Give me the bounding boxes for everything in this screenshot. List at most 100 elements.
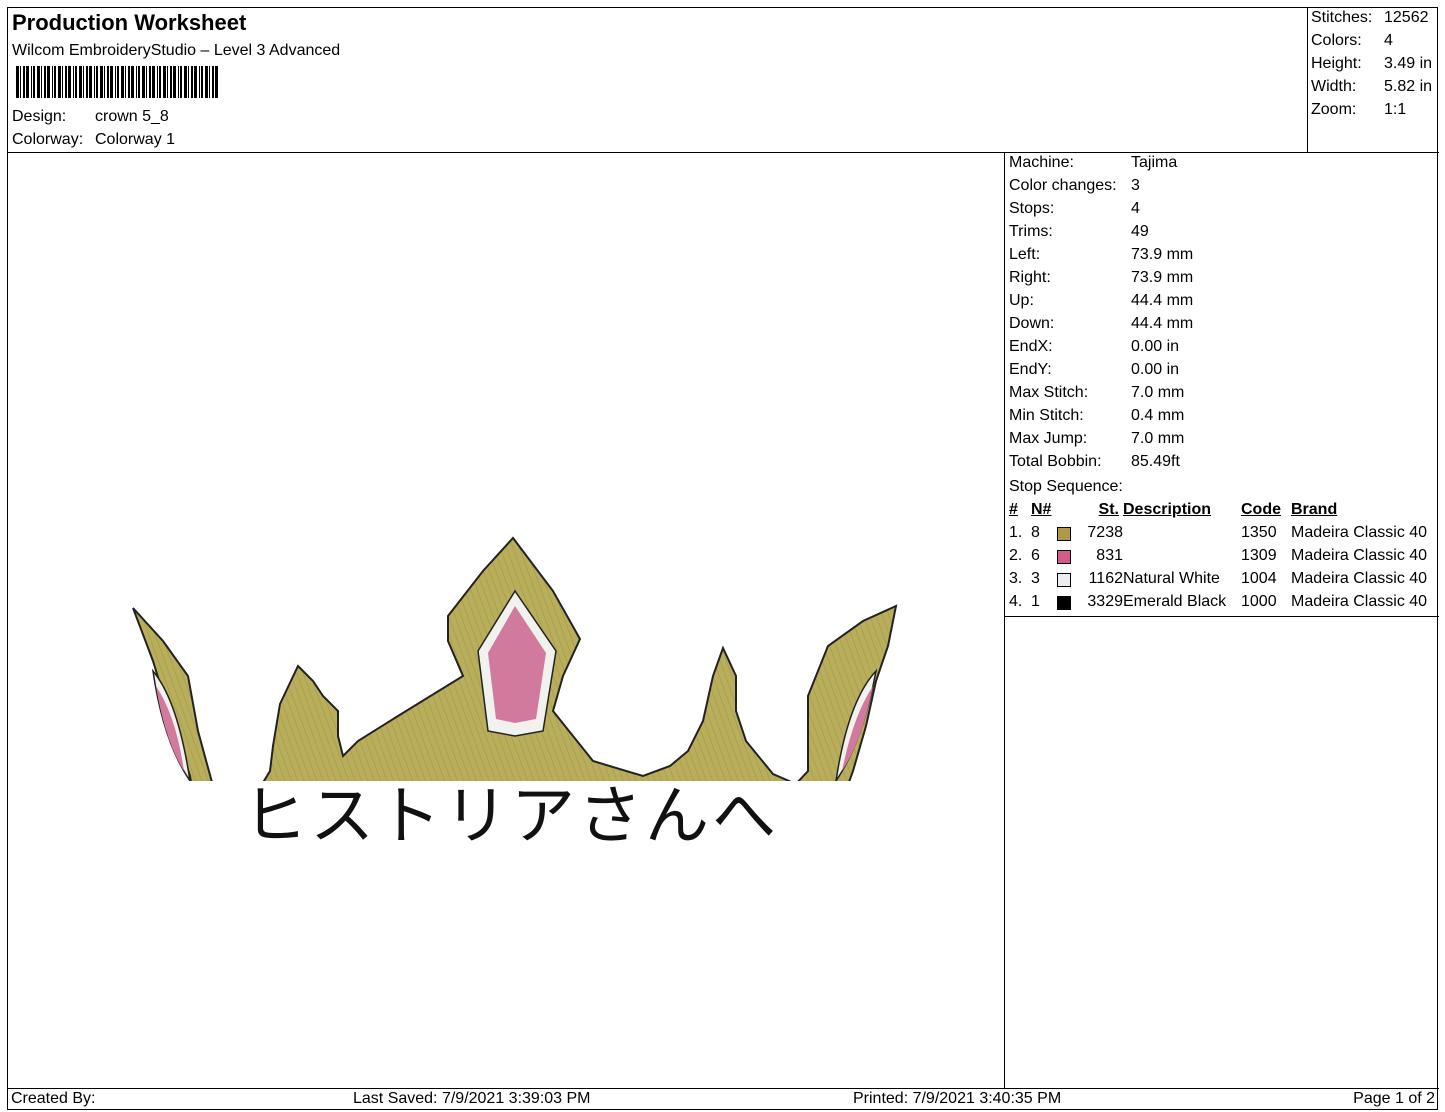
barcode xyxy=(16,66,218,98)
color-swatch xyxy=(1057,550,1071,564)
row-stitches: 7238 xyxy=(1087,524,1123,541)
info-value: 3 xyxy=(1131,177,1140,194)
stat-label: Height: xyxy=(1311,55,1362,72)
row-needle: 1 xyxy=(1031,593,1040,610)
table-row: 3. 3 1162 Natural White 1004 Madeira Cla… xyxy=(1005,570,1439,593)
info-label: Machine: xyxy=(1009,154,1074,171)
col-stitches: St. xyxy=(1098,501,1119,518)
info-value: 85.49ft xyxy=(1131,453,1180,470)
info-value: Tajima xyxy=(1131,154,1178,171)
info-label: Total Bobbin: xyxy=(1009,453,1102,470)
stat-zoom: Zoom: 1:1 xyxy=(1311,101,1406,119)
embroidered-text: ヒストリアさんへ xyxy=(243,780,779,854)
row-brand: Madeira Classic 40 xyxy=(1291,593,1428,610)
color-swatch xyxy=(1057,573,1071,587)
table-header: # N# St. Description Code Brand xyxy=(1005,501,1439,524)
row-description: Emerald Black xyxy=(1123,593,1227,610)
info-value: 4 xyxy=(1131,200,1140,217)
color-swatch xyxy=(1057,596,1071,610)
software-name: Wilcom EmbroideryStudio – Level 3 Advanc… xyxy=(12,42,341,59)
row-needle: 6 xyxy=(1031,547,1040,564)
info-endy: EndY: 0.00 in xyxy=(1009,361,1179,379)
info-value: 73.9 mm xyxy=(1131,246,1194,263)
info-label: Color changes: xyxy=(1009,177,1117,194)
printed-date: Printed: 7/9/2021 3:40:35 PM xyxy=(853,1090,1062,1107)
info-label: Trims: xyxy=(1009,223,1053,240)
info-label: Max Jump: xyxy=(1009,430,1088,447)
stop-sequence-title: Stop Sequence: xyxy=(1009,478,1123,495)
info-trims: Trims: 49 xyxy=(1009,223,1149,241)
stat-value: 5.82 in xyxy=(1384,78,1433,95)
stat-value: 12562 xyxy=(1384,9,1429,26)
stat-value: 1:1 xyxy=(1384,101,1407,118)
row-needle: 8 xyxy=(1031,524,1040,541)
page-title: Production Worksheet xyxy=(12,10,247,35)
stat-value: 3.49 in xyxy=(1384,55,1433,72)
crown-embroidery-image xyxy=(132,536,898,781)
info-up: Up: 44.4 mm xyxy=(1009,292,1193,310)
stat-label: Zoom: xyxy=(1311,101,1357,118)
stat-stitches: Stitches: 12562 xyxy=(1311,9,1429,27)
table-row: 4. 1 3329 Emerald Black 1000 Madeira Cla… xyxy=(1005,593,1439,616)
design-label: Design: xyxy=(12,108,67,125)
info-value: 7.0 mm xyxy=(1131,384,1185,401)
info-right: Right: 73.9 mm xyxy=(1009,269,1193,287)
info-min-stitch: Min Stitch: 0.4 mm xyxy=(1009,407,1184,425)
row-stitches: 3329 xyxy=(1087,593,1123,610)
col-description: Description xyxy=(1123,501,1212,518)
stat-label: Stitches: xyxy=(1311,9,1373,26)
row-brand: Madeira Classic 40 xyxy=(1291,547,1428,564)
col-needle: N# xyxy=(1031,501,1052,518)
info-label: Min Stitch: xyxy=(1009,407,1084,424)
info-stops: Stops: 4 xyxy=(1009,200,1140,218)
stat-width: Width: 5.82 in xyxy=(1311,78,1432,96)
info-value: 44.4 mm xyxy=(1131,315,1194,332)
design-value: crown 5_8 xyxy=(95,108,169,125)
colorway-label: Colorway: xyxy=(12,131,84,148)
info-value: 0.4 mm xyxy=(1131,407,1185,424)
row-code: 1004 xyxy=(1241,570,1277,587)
info-value: 7.0 mm xyxy=(1131,430,1185,447)
info-color-changes: Color changes: 3 xyxy=(1009,177,1140,195)
row-code: 1309 xyxy=(1241,547,1277,564)
stat-label: Colors: xyxy=(1311,32,1362,49)
col-brand: Brand xyxy=(1291,501,1338,518)
info-machine: Machine: Tajima xyxy=(1009,154,1177,172)
design-preview: ヒストリアさんへ xyxy=(8,153,1005,1088)
last-saved: Last Saved: 7/9/2021 3:39:03 PM xyxy=(353,1090,591,1107)
row-num: 4. xyxy=(1009,593,1023,610)
row-stitches: 1162 xyxy=(1088,570,1123,587)
info-value: 73.9 mm xyxy=(1131,269,1194,286)
row-num: 1. xyxy=(1009,524,1023,541)
info-left: Left: 73.9 mm xyxy=(1009,246,1193,264)
worksheet-footer: Created By: Last Saved: 7/9/2021 3:39:03… xyxy=(8,1088,1439,1111)
worksheet-frame: Production Worksheet Wilcom EmbroiderySt… xyxy=(7,7,1439,1111)
info-label: EndY: xyxy=(1009,361,1052,378)
design-row: Design: crown 5_8 xyxy=(12,108,169,126)
info-label: Left: xyxy=(1009,246,1041,263)
color-swatch xyxy=(1057,527,1071,541)
info-endx: EndX: 0.00 in xyxy=(1009,338,1179,356)
stat-label: Width: xyxy=(1311,78,1357,95)
info-label: Right: xyxy=(1009,269,1051,286)
row-brand: Madeira Classic 40 xyxy=(1291,524,1428,541)
info-label: Stops: xyxy=(1009,200,1055,217)
stat-height: Height: 3.49 in xyxy=(1311,55,1432,73)
info-max-stitch: Max Stitch: 7.0 mm xyxy=(1009,384,1184,402)
stat-value: 4 xyxy=(1384,32,1393,49)
stat-colors: Colors: 4 xyxy=(1311,32,1393,50)
info-total-bobbin: Total Bobbin: 85.49ft xyxy=(1009,453,1180,471)
col-num: # xyxy=(1009,501,1018,518)
info-value: 44.4 mm xyxy=(1131,292,1194,309)
row-brand: Madeira Classic 40 xyxy=(1291,570,1428,587)
page-number: Page 1 of 2 xyxy=(1353,1090,1435,1107)
row-code: 1350 xyxy=(1241,524,1277,541)
row-needle: 3 xyxy=(1031,570,1040,587)
info-label: Down: xyxy=(1009,315,1055,332)
row-stitches: 831 xyxy=(1096,547,1123,564)
table-row: 1. 8 7238 1350 Madeira Classic 40 xyxy=(1005,524,1439,547)
created-by: Created By: xyxy=(11,1090,96,1107)
info-value: 0.00 in xyxy=(1131,361,1180,378)
info-max-jump: Max Jump: 7.0 mm xyxy=(1009,430,1184,448)
info-value: 0.00 in xyxy=(1131,338,1180,355)
